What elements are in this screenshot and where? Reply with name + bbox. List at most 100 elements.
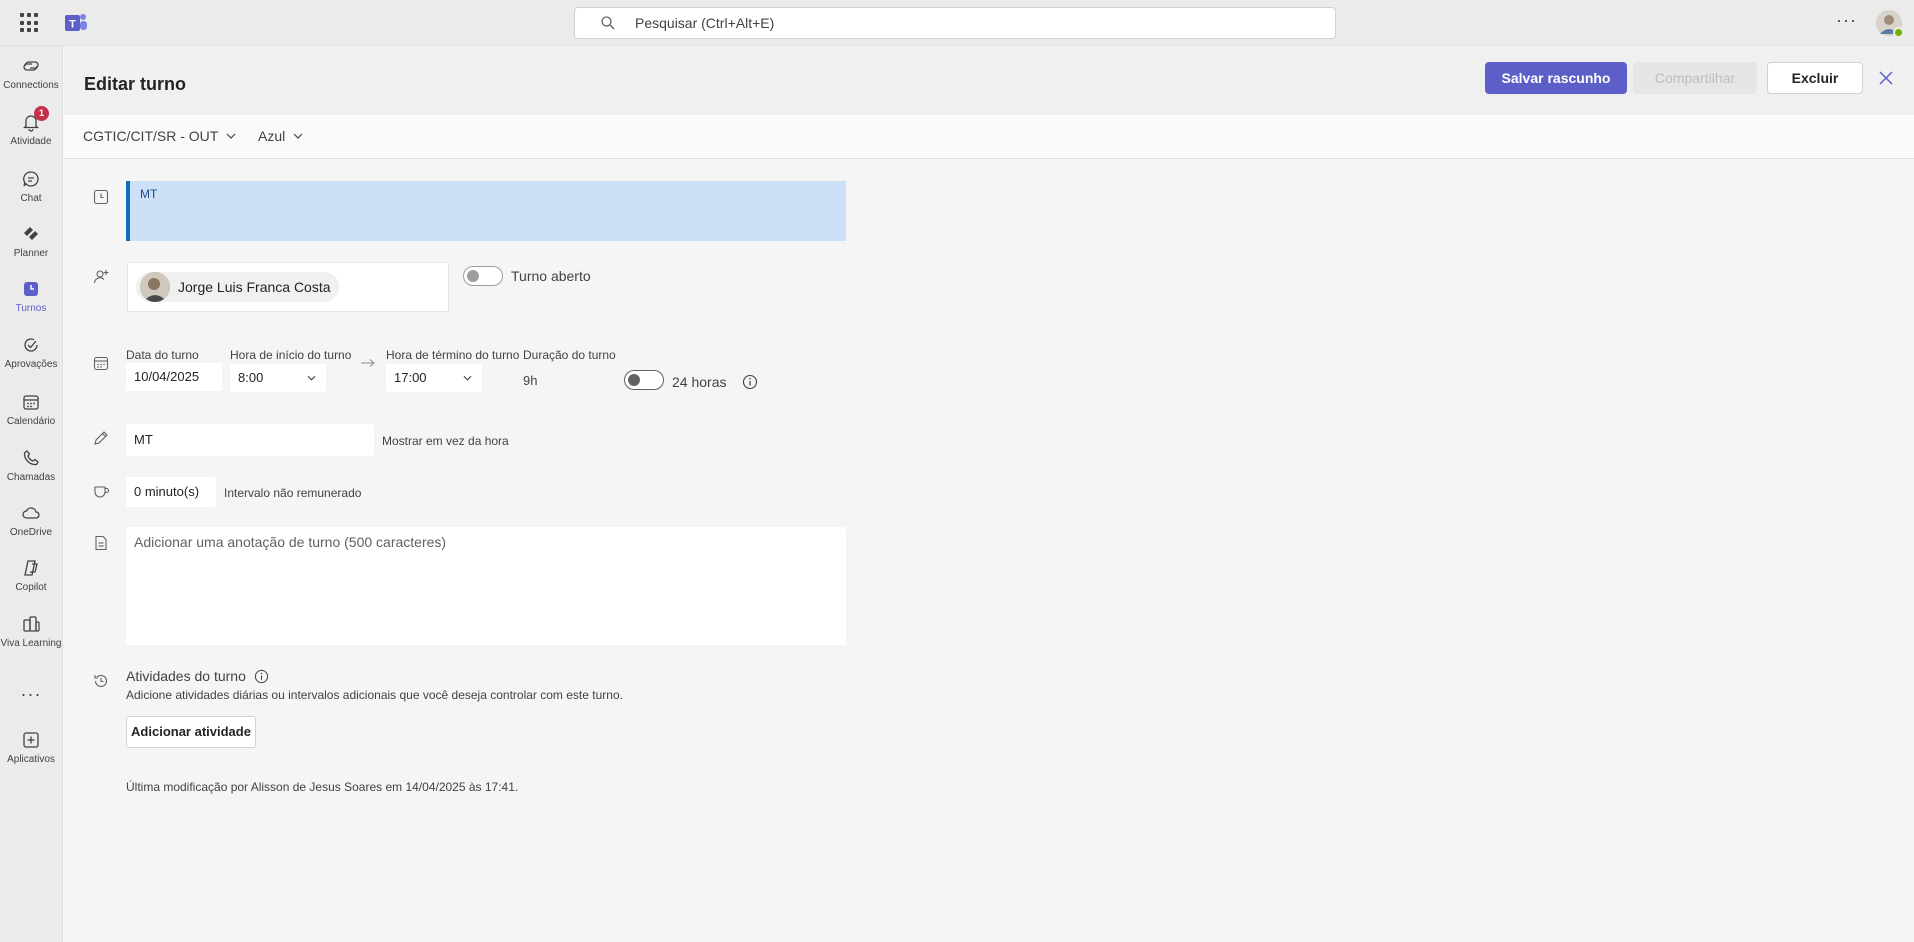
open-shift-label: Turno aberto — [511, 268, 591, 284]
break-hint: Intervalo não remunerado — [224, 486, 362, 500]
24-hours-label: 24 horas — [672, 374, 727, 390]
chevron-down-icon — [307, 375, 316, 381]
end-time-label: Hora de término do turno — [386, 348, 520, 362]
start-time-value: 8:00 — [238, 370, 264, 385]
rail-label: Chat — [20, 193, 42, 204]
edit-shift-panel: Editar turno Salvar rascunho Compartilha… — [64, 47, 1914, 942]
rail-label: Turnos — [15, 303, 47, 314]
color-dropdown[interactable]: Azul — [258, 128, 303, 144]
info-icon[interactable] — [742, 374, 758, 390]
approvals-icon — [24, 338, 38, 352]
group-dropdown[interactable]: CGTIC/CIT/SR - OUT — [83, 128, 236, 144]
rail-item-planner[interactable]: Planner — [0, 224, 62, 276]
pencil-icon — [94, 431, 108, 445]
member-chip[interactable]: Jorge Luis Franca Costa — [136, 272, 339, 302]
rail-item-chamadas[interactable]: Chamadas — [0, 448, 62, 500]
user-avatar[interactable] — [1876, 10, 1904, 38]
connections-icon — [23, 61, 39, 71]
rail-label: Calendário — [6, 416, 56, 427]
more-apps-icon[interactable]: ··· — [0, 684, 62, 705]
note-icon — [95, 535, 107, 551]
rail-item-connections[interactable]: Connections — [0, 56, 62, 108]
rail-item-onedrive[interactable]: OneDrive — [0, 503, 62, 555]
chevron-down-icon — [293, 133, 303, 139]
svg-text:T: T — [69, 19, 76, 31]
start-time-label: Hora de início do turno — [230, 348, 352, 362]
copilot-icon — [24, 560, 38, 576]
cloud-icon — [22, 507, 40, 519]
rail-label: Viva Learning — [0, 638, 62, 649]
history-icon — [94, 674, 108, 687]
activity-badge: 1 — [34, 106, 49, 121]
calendar-icon — [23, 395, 39, 410]
member-photo-icon — [140, 272, 170, 302]
date-label: Data do turno — [126, 348, 199, 362]
activities-description: Adicione atividades diárias ou intervalo… — [126, 688, 623, 702]
teams-logo-icon: T — [65, 14, 87, 31]
display-hint: Mostrar em vez da hora — [382, 434, 509, 448]
duration-value: 9h — [523, 373, 538, 388]
rail-label: Planner — [13, 248, 49, 259]
member-avatar — [140, 272, 170, 302]
chat-icon — [23, 171, 39, 187]
rail-item-turnos[interactable]: Turnos — [0, 279, 62, 331]
coffee-cup-icon — [94, 486, 110, 498]
chevron-down-icon — [226, 133, 236, 139]
presence-available-icon — [1893, 27, 1904, 38]
delete-button[interactable]: Excluir — [1767, 62, 1863, 94]
end-time-value: 17:00 — [394, 370, 427, 385]
planner-icon — [24, 227, 38, 240]
member-name: Jorge Luis Franca Costa — [178, 279, 331, 295]
share-button[interactable]: Compartilhar — [1633, 62, 1757, 94]
rail-item-viva-learning[interactable]: Viva Learning — [0, 614, 62, 666]
add-person-icon — [93, 270, 109, 284]
rail-label: Aplicativos — [7, 754, 55, 765]
page-title: Editar turno — [84, 74, 186, 94]
close-icon[interactable] — [1877, 69, 1895, 87]
rail-label: OneDrive — [9, 527, 53, 538]
rail-label: Aprovações — [4, 359, 58, 370]
panel-header: Editar turno Salvar rascunho Compartilha… — [64, 47, 1914, 115]
shift-preview: MT — [126, 181, 846, 241]
rail-item-atividade[interactable]: 1 Atividade — [0, 106, 62, 164]
rail-label: Copilot — [15, 582, 47, 593]
search-bar[interactable] — [574, 7, 1336, 39]
shift-preview-label: MT — [140, 187, 158, 201]
viva-learning-icon — [23, 616, 40, 632]
search-input[interactable] — [635, 8, 1315, 38]
rail-item-chat[interactable]: Chat — [0, 169, 62, 221]
date-input[interactable]: 10/04/2025 — [126, 363, 222, 391]
activities-title: Atividades do turno — [126, 668, 269, 684]
group-dropdown-label: CGTIC/CIT/SR - OUT — [83, 128, 219, 144]
app-rail: Connections 1 Atividade Chat Planner Tur… — [0, 46, 63, 942]
more-options-icon[interactable]: ··· — [1836, 10, 1857, 31]
start-time-select[interactable]: 8:00 — [230, 364, 326, 392]
shift-notes-textarea[interactable] — [126, 527, 846, 645]
rail-item-copilot[interactable]: Copilot — [0, 558, 62, 610]
arrow-right-icon — [361, 359, 375, 367]
shifts-icon — [24, 282, 38, 296]
rail-label: Atividade — [10, 136, 52, 147]
add-activity-button[interactable]: Adicionar atividade — [126, 716, 256, 748]
end-time-select[interactable]: 17:00 — [386, 364, 482, 392]
24-hours-toggle[interactable] — [624, 370, 664, 390]
open-shift-toggle[interactable] — [463, 266, 503, 286]
display-text-input[interactable]: MT — [126, 424, 374, 456]
add-apps-icon — [23, 732, 39, 748]
last-modified-text: Última modificação por Alisson de Jesus … — [126, 780, 519, 794]
rail-label: Chamadas — [6, 472, 56, 483]
filter-bar: CGTIC/CIT/SR - OUT Azul — [64, 115, 1914, 159]
member-picker[interactable]: Jorge Luis Franca Costa — [127, 262, 449, 312]
activities-title-text: Atividades do turno — [126, 668, 246, 684]
rail-item-calendario[interactable]: Calendário — [0, 392, 62, 444]
save-draft-button[interactable]: Salvar rascunho — [1485, 62, 1627, 94]
app-launcher-icon[interactable] — [20, 13, 40, 33]
duration-label: Duração do turno — [523, 348, 616, 362]
rail-item-aplicativos[interactable]: Aplicativos — [0, 730, 62, 782]
rail-item-aprovacoes[interactable]: Aprovações — [0, 335, 62, 387]
color-dropdown-label: Azul — [258, 128, 286, 144]
break-input[interactable]: 0 minuto(s) — [126, 477, 216, 507]
calendar-icon — [93, 356, 109, 371]
info-icon[interactable] — [254, 669, 269, 684]
chevron-down-icon — [463, 375, 472, 381]
